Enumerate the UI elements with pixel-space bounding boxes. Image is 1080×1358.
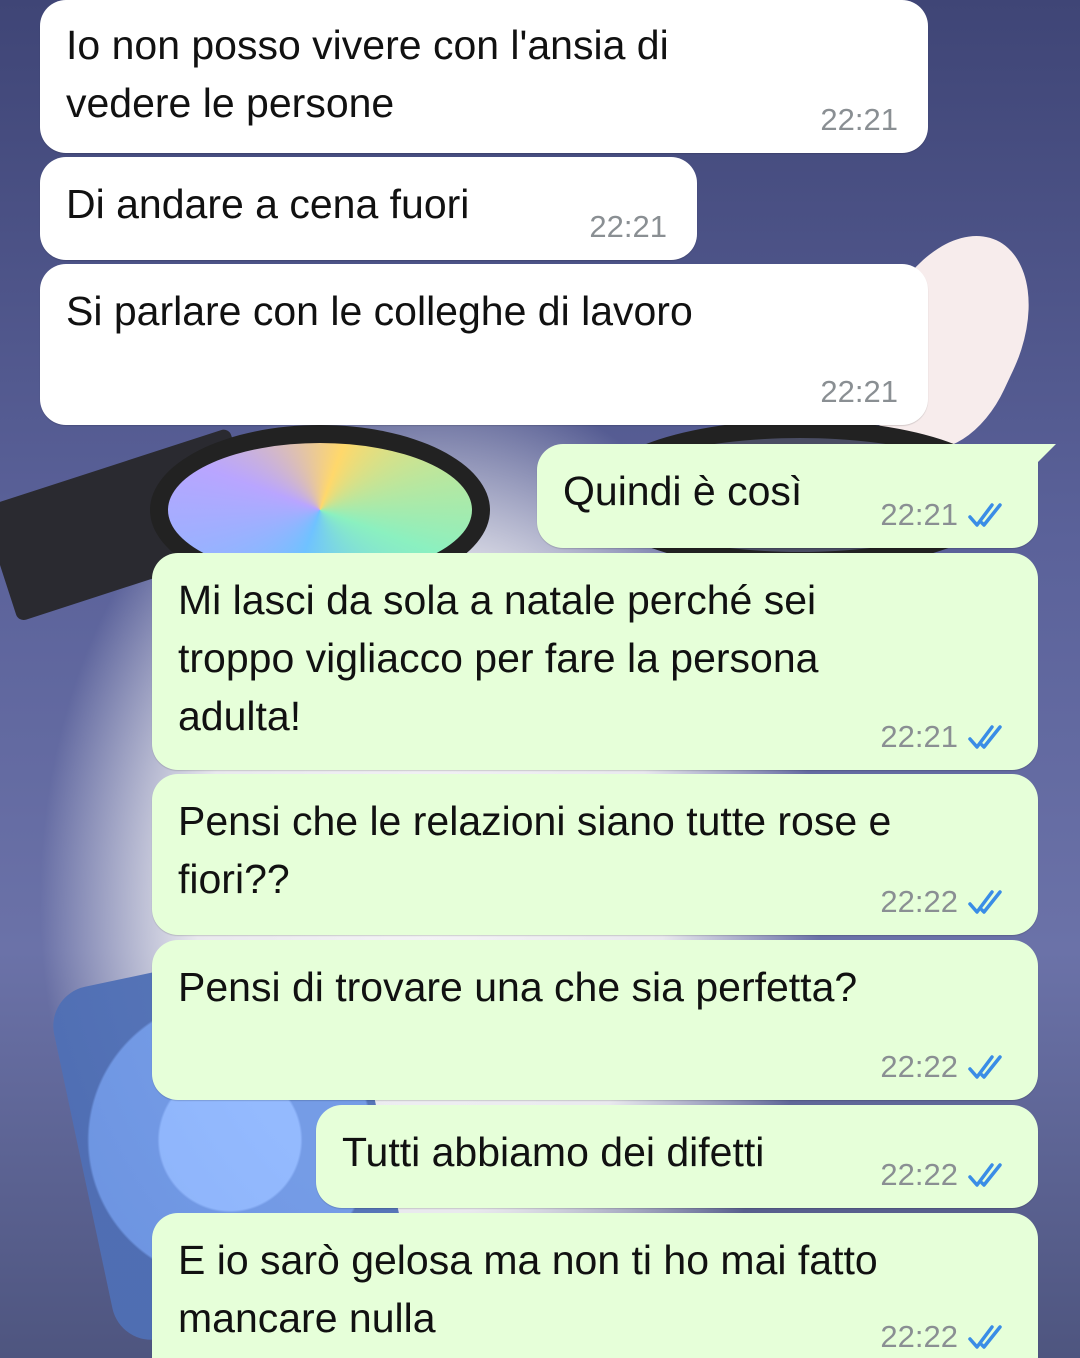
- message-meta: 22:21: [820, 101, 898, 139]
- message-meta: 22:21: [880, 718, 1008, 756]
- message-meta: 22:21: [820, 373, 898, 411]
- double-check-icon: [968, 725, 1002, 749]
- message-bubble-incoming[interactable]: Di andare a cena fuori 22:21: [40, 157, 697, 260]
- message-text: Pensi di trovare una che sia perfetta?: [178, 964, 858, 1010]
- message-bubble-incoming[interactable]: Si parlare con le colleghe di lavoro 22:…: [40, 264, 928, 425]
- message-time: 22:21: [880, 719, 958, 754]
- message-bubble-incoming[interactable]: Io non posso vivere con l'ansia di veder…: [40, 0, 928, 153]
- message-meta: 22:21: [880, 496, 1008, 534]
- message-meta: 22:21: [589, 208, 667, 246]
- message-meta: 22:22: [880, 1318, 1008, 1356]
- message-time: 22:22: [880, 884, 958, 919]
- message-time: 22:22: [880, 1049, 958, 1084]
- message-meta: 22:22: [880, 883, 1008, 921]
- message-bubble-outgoing[interactable]: Mi lasci da sola a natale perché sei tro…: [152, 553, 1038, 770]
- message-time: 22:22: [880, 1157, 958, 1192]
- message-time: 22:21: [820, 374, 898, 409]
- message-text: Si parlare con le colleghe di lavoro: [66, 288, 693, 334]
- message-bubble-outgoing[interactable]: Pensi che le relazioni siano tutte rose …: [152, 774, 1038, 935]
- double-check-icon: [968, 503, 1002, 527]
- message-bubble-outgoing[interactable]: E io sarò gelosa ma non ti ho mai fatto …: [152, 1213, 1038, 1358]
- message-time: 22:21: [589, 209, 667, 244]
- message-meta: 22:22: [880, 1048, 1008, 1086]
- double-check-icon: [968, 1055, 1002, 1079]
- double-check-icon: [968, 1163, 1002, 1187]
- message-bubble-outgoing[interactable]: Tutti abbiamo dei difetti 22:22: [316, 1105, 1038, 1208]
- message-time: 22:22: [880, 1319, 958, 1354]
- message-meta: 22:22: [880, 1156, 1008, 1194]
- message-time: 22:21: [880, 497, 958, 532]
- double-check-icon: [968, 890, 1002, 914]
- message-bubble-outgoing[interactable]: Quindi è così 22:21: [537, 444, 1056, 548]
- message-text: Io non posso vivere con l'ansia di veder…: [66, 22, 669, 126]
- message-text: Di andare a cena fuori: [66, 181, 470, 227]
- message-bubble-outgoing[interactable]: Pensi di trovare una che sia perfetta? 2…: [152, 940, 1038, 1100]
- message-time: 22:21: [820, 102, 898, 137]
- bubble-tail: [1034, 444, 1056, 466]
- message-list[interactable]: Io non posso vivere con l'ansia di veder…: [0, 0, 1080, 1358]
- double-check-icon: [968, 1325, 1002, 1349]
